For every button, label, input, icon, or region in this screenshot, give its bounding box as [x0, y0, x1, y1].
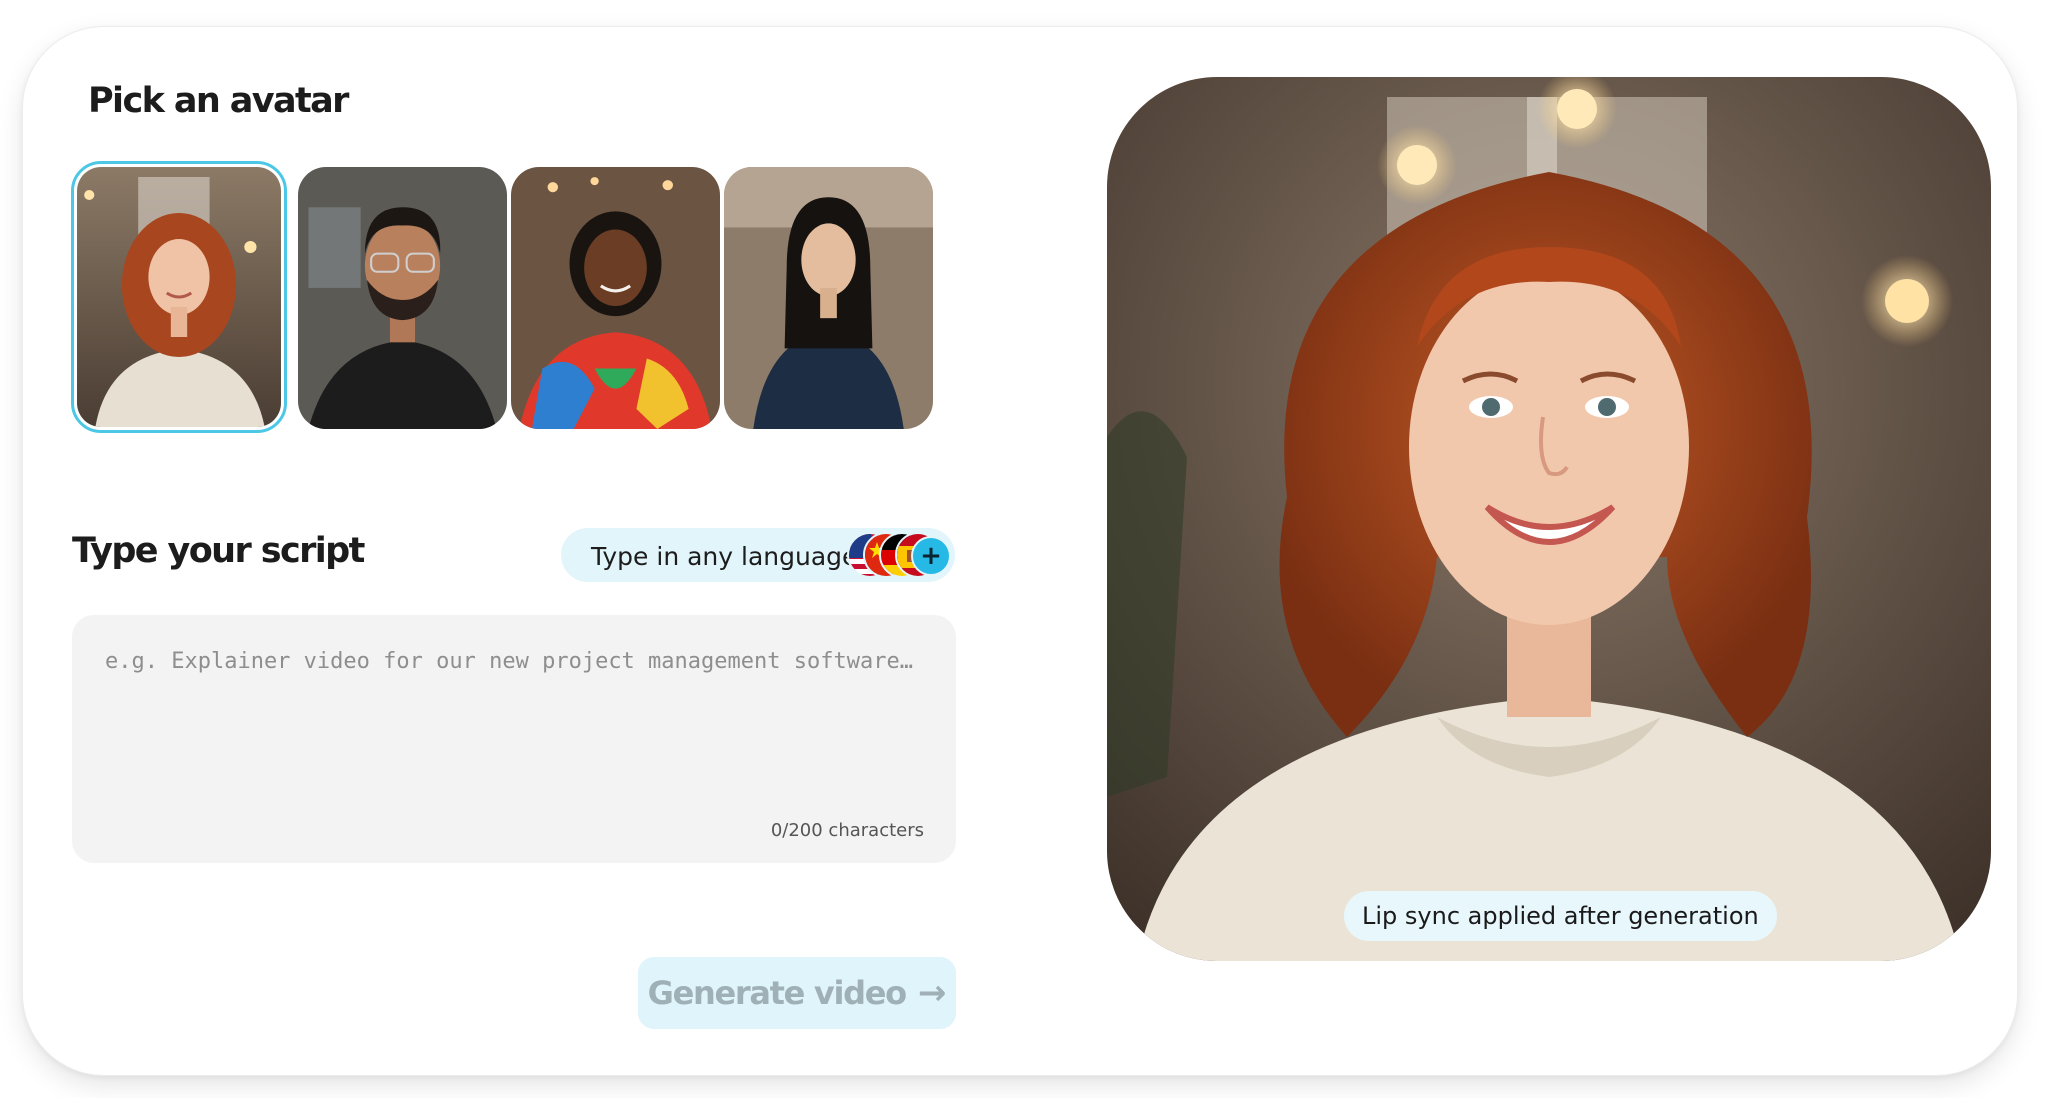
avatar-option-1[interactable] — [71, 161, 287, 433]
avatar-4-image — [724, 167, 933, 429]
generate-video-button[interactable]: Generate video → — [638, 957, 956, 1029]
language-pill-label: Type in any language — [591, 542, 858, 571]
avatar-2-image — [298, 167, 507, 429]
avatar-3-image — [511, 167, 720, 429]
generate-video-label: Generate video — [647, 974, 908, 1012]
pick-avatar-heading: Pick an avatar — [88, 81, 349, 121]
add-language-plus-icon[interactable]: + — [911, 536, 951, 576]
avatar-preview-image — [1107, 77, 1991, 961]
script-input-box: 0/200 characters — [72, 615, 956, 863]
lip-sync-badge: Lip sync applied after generation — [1344, 891, 1777, 941]
language-flags: + — [847, 532, 955, 578]
character-count: 0/200 characters — [770, 820, 924, 841]
type-script-heading: Type your script — [72, 531, 365, 571]
avatar-option-4[interactable] — [724, 167, 933, 429]
avatar-option-2[interactable] — [298, 167, 507, 429]
avatar-1-image — [77, 167, 281, 427]
avatar-option-3[interactable] — [511, 167, 720, 429]
avatar-preview: Lip sync applied after generation — [1107, 77, 1991, 961]
avatar-video-generator-card: Pick an avatar Type your script Type in … — [22, 26, 2018, 1076]
language-selector-pill[interactable]: Type in any language + — [561, 528, 955, 582]
arrow-right-icon: → — [917, 973, 947, 1013]
